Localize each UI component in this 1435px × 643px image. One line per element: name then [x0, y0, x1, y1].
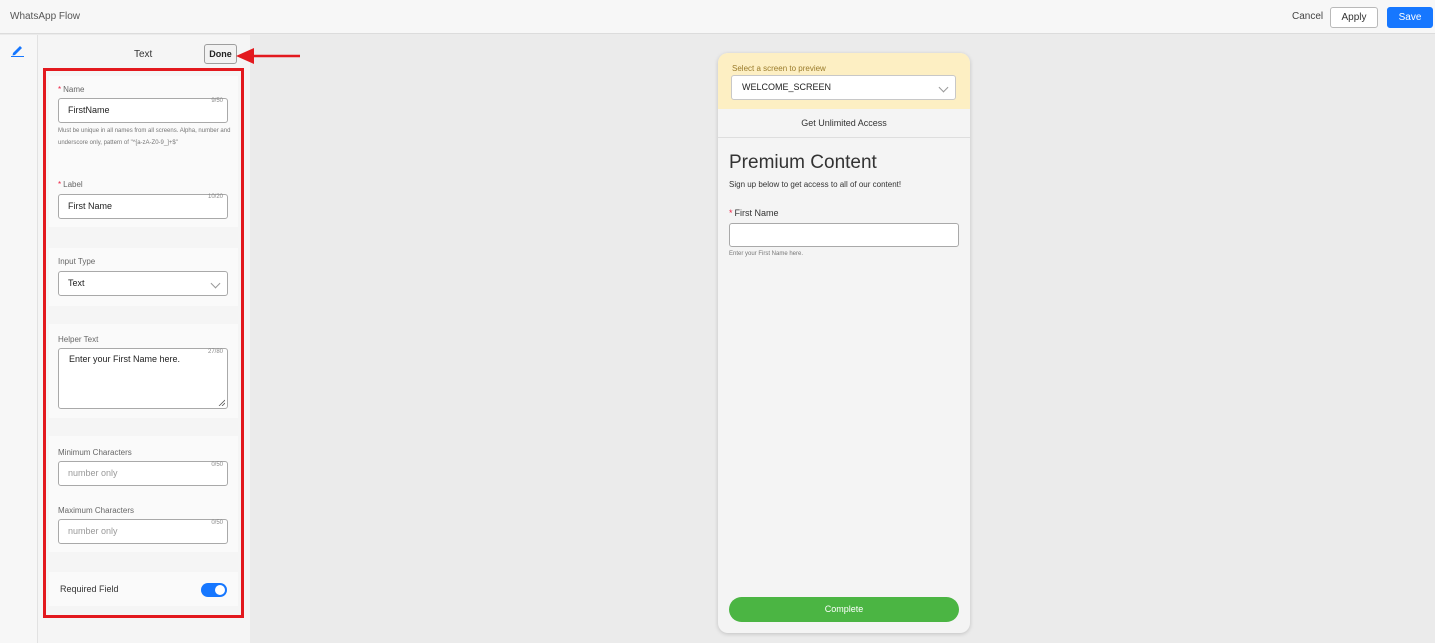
save-button[interactable]: Save: [1387, 7, 1433, 28]
preview-helper-text: Enter your First Name here.: [729, 251, 804, 257]
required-star: *: [729, 208, 733, 218]
cancel-button[interactable]: Cancel: [1292, 11, 1323, 22]
screen-select-value: WELCOME_SCREEN: [742, 82, 832, 92]
apply-button[interactable]: Apply: [1330, 7, 1378, 28]
highlight-box: [43, 68, 244, 618]
preview-first-name-input[interactable]: [729, 223, 959, 247]
top-bar: WhatsApp Flow Cancel Apply Save: [0, 0, 1435, 34]
preview-subtitle: Sign up below to get access to all of ou…: [729, 180, 902, 189]
arrow-icon: [236, 48, 300, 64]
panel-title: Text: [134, 49, 153, 60]
complete-button[interactable]: Complete: [729, 597, 959, 622]
screen-select[interactable]: WELCOME_SCREEN: [731, 75, 956, 100]
done-button[interactable]: Done: [204, 44, 237, 64]
preview-title: Premium Content: [729, 152, 877, 173]
pencil-icon[interactable]: [10, 43, 26, 57]
preview-field-label: * First Name: [729, 208, 779, 218]
phone-preview: Select a screen to preview WELCOME_SCREE…: [718, 53, 970, 633]
left-rail: [0, 35, 38, 643]
chevron-down-icon: [938, 82, 949, 93]
preview-select-label: Select a screen to preview: [732, 64, 826, 73]
screen-header: Get Unlimited Access: [718, 109, 970, 138]
app-title: WhatsApp Flow: [10, 11, 81, 22]
preview-header: Select a screen to preview WELCOME_SCREE…: [718, 53, 970, 109]
